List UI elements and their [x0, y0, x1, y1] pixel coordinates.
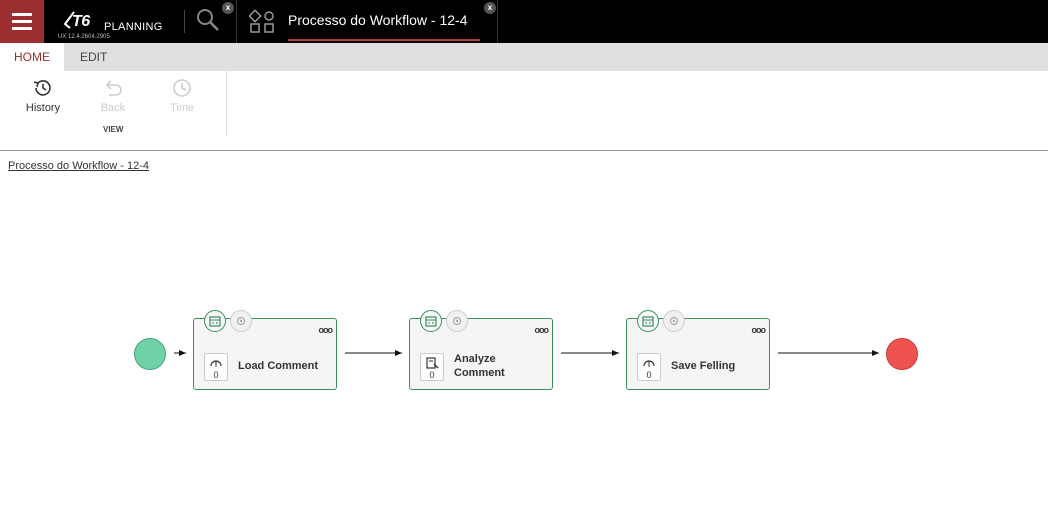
calendar-icon[interactable]: [204, 310, 226, 332]
history-label: History: [25, 102, 61, 114]
more-options-icon[interactable]: ooo: [319, 325, 333, 335]
breadcrumb[interactable]: Processo do Workflow - 12-4: [8, 160, 149, 172]
task-node-load-comment[interactable]: ooo 0 Load Comment: [193, 310, 337, 390]
ribbon-tab-bar: HOME EDIT: [0, 43, 1048, 71]
start-event-node[interactable]: [134, 338, 166, 370]
topbar-divider: [184, 10, 185, 33]
tab-edit[interactable]: EDIT: [66, 43, 121, 71]
history-icon: [33, 80, 51, 96]
view-group-label: VIEW: [103, 125, 124, 134]
tab-active-indicator: [288, 39, 480, 41]
end-event-node[interactable]: [886, 338, 918, 370]
close-search-icon[interactable]: x: [222, 2, 234, 14]
logo-subtext: PLANNING: [104, 21, 163, 33]
version-label: UX 12.4.2604.2905: [58, 34, 110, 40]
close-tab-icon[interactable]: x: [484, 2, 496, 14]
more-options-icon[interactable]: ooo: [535, 325, 549, 335]
time-label: Time: [169, 102, 195, 114]
task-name: Load Comment: [238, 360, 319, 372]
ribbon-separator: [226, 71, 227, 135]
task-count: 0: [213, 370, 219, 380]
gear-icon[interactable]: [230, 310, 252, 332]
top-bar: T6 PLANNING UX 12.4.2604.2905 x Processo…: [0, 0, 1048, 43]
task-count: 0: [646, 370, 652, 380]
back-button[interactable]: Back: [88, 77, 138, 123]
upload-cloud-icon: [210, 360, 222, 367]
tab-title: Processo do Workflow - 12-4: [288, 12, 468, 28]
task-counter-badge: 0: [204, 353, 228, 381]
calendar-icon[interactable]: [637, 310, 659, 332]
task-node-analyze-comment[interactable]: ooo 0 Analyze Comment: [409, 310, 553, 390]
search-icon: [197, 9, 219, 31]
search-button[interactable]: [195, 7, 225, 35]
task-name: Analyze Comment: [454, 353, 505, 379]
gear-icon[interactable]: [663, 310, 685, 332]
calendar-icon[interactable]: [420, 310, 442, 332]
back-icon: [105, 80, 122, 96]
hamburger-menu-button[interactable]: [0, 0, 44, 43]
time-button[interactable]: Time: [157, 77, 207, 123]
gear-icon[interactable]: [446, 310, 468, 332]
task-counter-badge: 0: [420, 353, 444, 381]
logo-text: T6: [72, 13, 90, 30]
task-count: 0: [429, 370, 435, 380]
ribbon-toolbar: History Back Time VIEW: [0, 71, 1048, 151]
task-node-save-felling[interactable]: ooo 0 Save Felling: [626, 310, 770, 390]
history-button[interactable]: History: [18, 77, 68, 123]
document-edit-icon: [426, 357, 439, 369]
clock-icon: [173, 79, 191, 97]
task-name: Save Felling: [671, 360, 736, 372]
t6-planning-logo: T6 PLANNING UX 12.4.2604.2905: [58, 7, 178, 41]
task-counter-badge: 0: [637, 353, 661, 381]
more-options-icon[interactable]: ooo: [752, 325, 766, 335]
workflow-shapes-icon: [249, 9, 274, 33]
back-label: Back: [100, 102, 126, 114]
tab-home[interactable]: HOME: [0, 43, 64, 71]
tab-workflow-process[interactable]: Processo do Workflow - 12-4: [236, 0, 498, 43]
upload-cloud-icon: [643, 360, 655, 367]
